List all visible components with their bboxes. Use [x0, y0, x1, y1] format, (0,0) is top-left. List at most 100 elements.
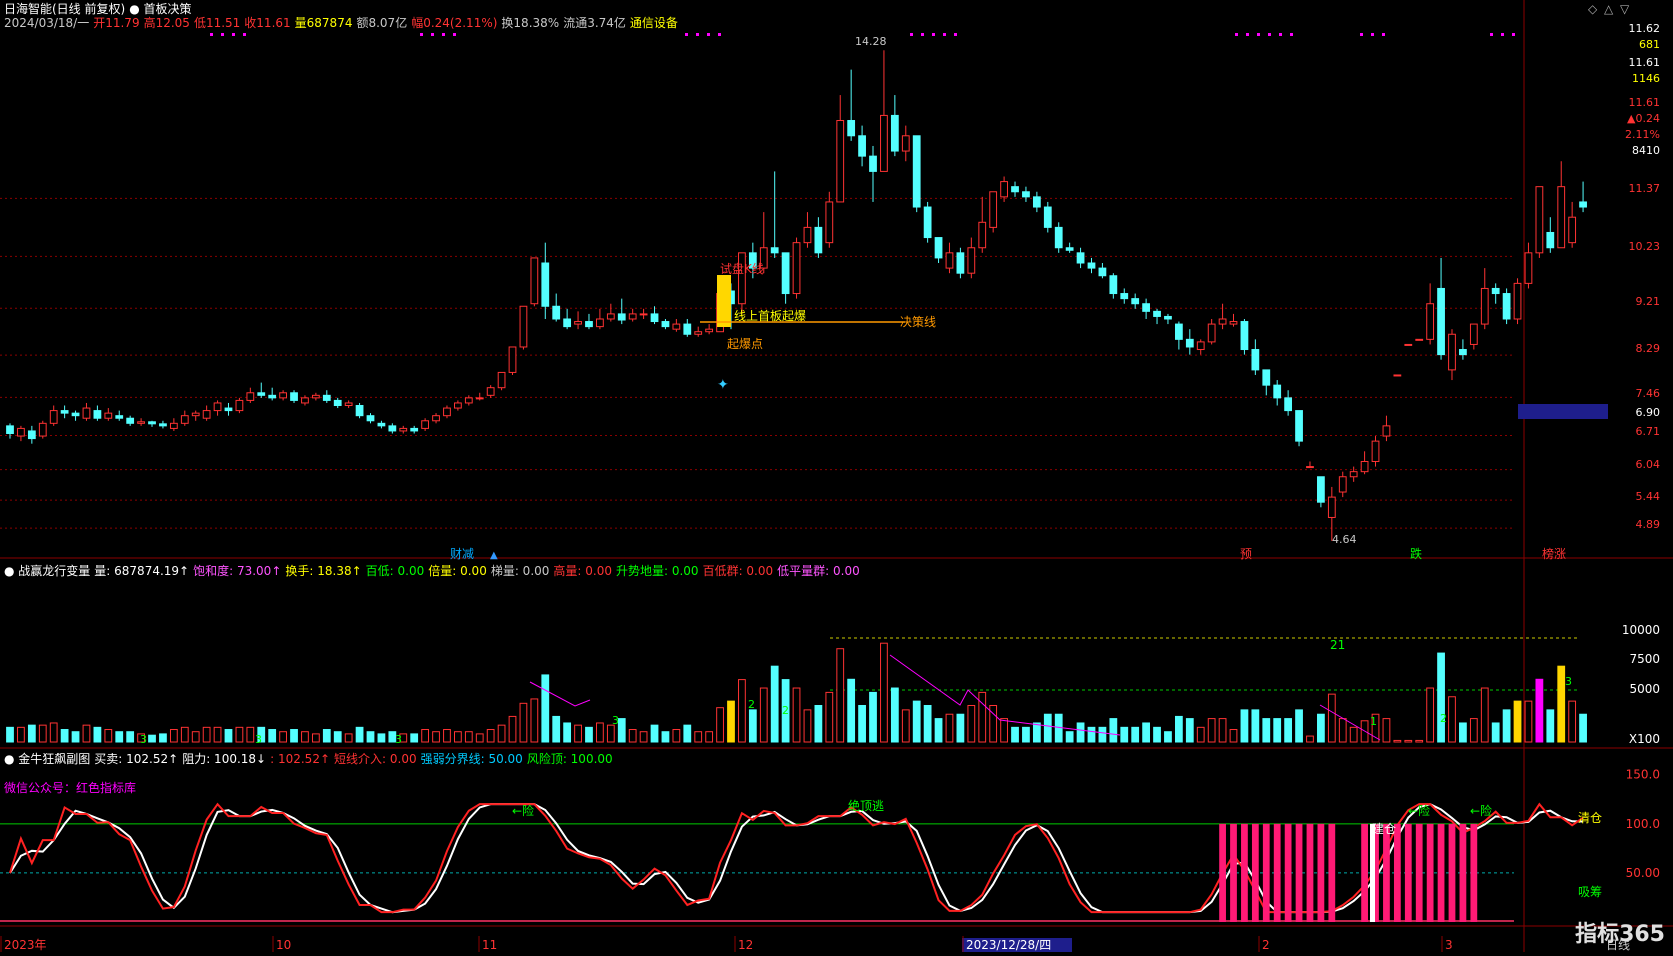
candle-97	[1065, 247, 1074, 251]
expand-icon[interactable]: ▽	[1620, 2, 1629, 16]
osc-legend-item-3: : 102.52↑	[270, 752, 331, 766]
pin-icon[interactable]: ◇	[1588, 2, 1597, 16]
candle-80	[880, 114, 888, 172]
volume-bar-67	[738, 679, 746, 743]
volume-bar-136	[1491, 722, 1500, 743]
volume-bar-32	[355, 726, 364, 743]
candle-33	[366, 415, 375, 422]
candle-49	[541, 262, 550, 307]
candle-107	[1174, 323, 1183, 340]
vol-axis-label-3: X100	[1629, 732, 1660, 746]
signal-dot-14	[932, 33, 935, 36]
quote-item-5: 量687874	[294, 16, 353, 30]
volume-bar-122	[1338, 718, 1347, 743]
volume-bar-100	[1098, 726, 1107, 743]
signal-dot-22	[1290, 33, 1293, 36]
volume-bar-37	[410, 733, 419, 743]
price-axis-label-12: 7.46	[1636, 387, 1661, 400]
candle-45	[497, 371, 506, 389]
volume-bar-8	[93, 726, 102, 743]
candle-103	[1131, 298, 1140, 305]
volume-bar-128	[1404, 739, 1413, 743]
volume-bar-103	[1131, 726, 1140, 743]
osc-axis-label-1: 100.0	[1626, 817, 1660, 831]
candle-56	[617, 313, 626, 321]
title-item-0: 日海智能(日线 前复权)	[4, 2, 126, 16]
date-axis-label-0: 2023年	[4, 938, 47, 952]
volume-bar-109	[1196, 726, 1205, 743]
build-label: 建仓	[1372, 822, 1396, 836]
candle-104	[1142, 303, 1150, 312]
volume-bar-80	[880, 642, 888, 743]
high-price-label: 14.28	[855, 35, 887, 48]
absorb-bar-118	[1295, 823, 1303, 922]
volume-bar-127	[1393, 739, 1402, 743]
volume-bar-115	[1262, 718, 1271, 743]
volume-bar-130	[1426, 687, 1435, 743]
launch-point-label: 起爆点	[727, 337, 763, 351]
volume-bar-54	[596, 722, 604, 743]
vol-small-count-5: 3	[395, 733, 402, 746]
signal-dot-19	[1257, 33, 1260, 36]
volume-bar-39	[432, 731, 440, 743]
volume-bar-53	[585, 726, 593, 743]
candle-121	[1327, 496, 1336, 518]
candle-102	[1120, 293, 1129, 300]
collapse-icon[interactable]: △	[1604, 2, 1613, 16]
volume-bar-94	[1032, 722, 1041, 743]
price-axis-label-4: 11.61	[1629, 96, 1661, 109]
volume-bar-121	[1327, 693, 1336, 743]
volume-bar-97	[1065, 731, 1074, 743]
candle-78	[858, 135, 866, 157]
candle-26	[290, 392, 298, 401]
signal-dot-8	[685, 33, 688, 36]
volume-bar-1	[17, 726, 25, 743]
volume-bar-64	[705, 731, 714, 743]
candle-117	[1284, 397, 1293, 412]
candle-36	[399, 427, 408, 432]
volume-bar-93	[1022, 726, 1030, 743]
absorb-bar-112	[1230, 823, 1237, 922]
candle-113	[1240, 321, 1249, 351]
volume-bar-89	[978, 691, 987, 743]
volume-bar-20	[224, 729, 233, 743]
vol-small-count-3: 3	[140, 733, 147, 746]
volume-bar-68	[748, 709, 757, 743]
event-tag-2: 跌	[1410, 546, 1422, 561]
resistance-line	[9, 803, 1584, 914]
volume-bar-38	[421, 729, 430, 743]
vol-small-count-4: 3	[255, 733, 262, 746]
volume-panel-header: ● 战赢龙行变量 量: 687874.19↑ 饱和度: 73.00↑ 换手: 18.3…	[4, 564, 864, 578]
signal-dot-26	[1490, 33, 1493, 36]
volume-bar-45	[497, 724, 506, 743]
volume-bar-21	[235, 726, 244, 743]
volume-bar-107	[1174, 715, 1183, 743]
absorb-bar-133	[1459, 823, 1467, 922]
volume-bar-79	[869, 691, 877, 743]
signal-dot-25	[1382, 33, 1385, 36]
volume-bar-91	[1000, 718, 1008, 743]
candle-89	[978, 221, 987, 249]
risk-label-0: ←险	[512, 803, 534, 818]
volume-bar-26	[290, 729, 298, 743]
volume-bar-15	[169, 729, 178, 743]
volume-bar-113	[1240, 709, 1249, 743]
candle-10	[115, 415, 124, 419]
signal-dot-2	[232, 33, 235, 36]
candle-108	[1185, 338, 1194, 348]
candle-62	[683, 323, 692, 335]
signal-dot-18	[1246, 33, 1249, 36]
candle-42	[464, 397, 473, 404]
price-axis-label-8: 11.37	[1629, 182, 1661, 195]
decision-line-label: 决策线	[900, 315, 936, 329]
volume-bar-57	[628, 729, 637, 743]
candle-44	[486, 387, 495, 396]
quote-item-9: 流通3.74亿	[563, 16, 626, 30]
volume-bar-102	[1120, 726, 1129, 743]
candle-12	[137, 421, 145, 424]
signal-dot-1	[221, 33, 224, 36]
absorb-label: 吸筹	[1578, 885, 1602, 899]
candle-95	[1043, 206, 1052, 228]
build-bar	[1370, 823, 1375, 922]
chart-canvas[interactable]: 14.28 4.64 试盘K线线上首板起爆 决策线起爆点 ✦ 11.62 681 11.61 1…	[0, 0, 1673, 952]
